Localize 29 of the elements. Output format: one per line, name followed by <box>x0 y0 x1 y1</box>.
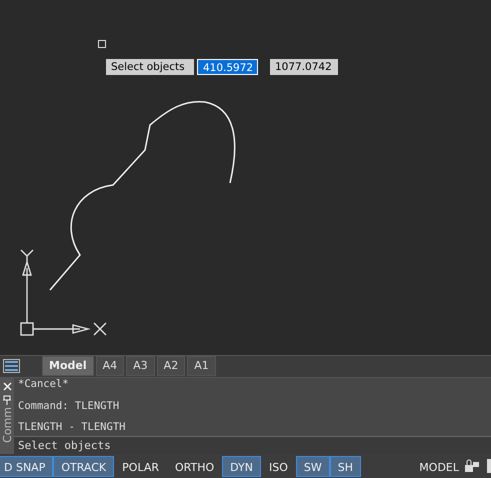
model-space-button[interactable]: MODEL <box>416 456 462 477</box>
ucs-axes-icon <box>20 249 107 336</box>
layout-tab[interactable]: A2 <box>156 356 186 376</box>
layout-tab[interactable]: A1 <box>187 356 216 376</box>
command-input-field[interactable]: Select objects <box>14 436 491 454</box>
status-toggle-button[interactable]: DYN <box>222 456 261 477</box>
status-toggle-button[interactable]: POLAR <box>114 456 167 477</box>
coordinate-input-field[interactable]: 1077.0742 <box>270 59 338 75</box>
status-toggle-button[interactable]: ISO <box>260 456 296 477</box>
menu-icon[interactable] <box>3 359 20 374</box>
status-toggle-button[interactable]: OTRACK <box>53 456 114 477</box>
status-toggle-button[interactable]: SH <box>330 456 361 477</box>
command-history-line: *Cancel* <box>18 378 70 392</box>
panel-title: Comm <box>0 407 14 444</box>
prompt-label: Select objects <box>106 59 194 75</box>
command-history-line: Command: TLENGTH <box>18 400 120 414</box>
status-toggle-button[interactable]: D SNAP <box>0 456 54 477</box>
lock-icon[interactable] <box>464 459 481 474</box>
layout-tab[interactable]: A4 <box>96 356 124 376</box>
command-history-line: TLENGTH - TLENGTH <box>18 420 126 434</box>
layout-tab[interactable]: Model <box>42 356 94 376</box>
status-toggle-button[interactable]: ORTHO <box>167 456 222 477</box>
panel-edge-button[interactable] <box>487 459 491 474</box>
layout-tab[interactable]: A3 <box>126 356 155 376</box>
pin-icon[interactable] <box>3 395 11 406</box>
cursor-pickbox-icon <box>98 40 106 48</box>
coordinate-input-field[interactable]: 410.5972 <box>197 59 258 75</box>
status-toggle-button[interactable]: SW <box>296 456 330 477</box>
close-icon[interactable] <box>2 382 12 392</box>
